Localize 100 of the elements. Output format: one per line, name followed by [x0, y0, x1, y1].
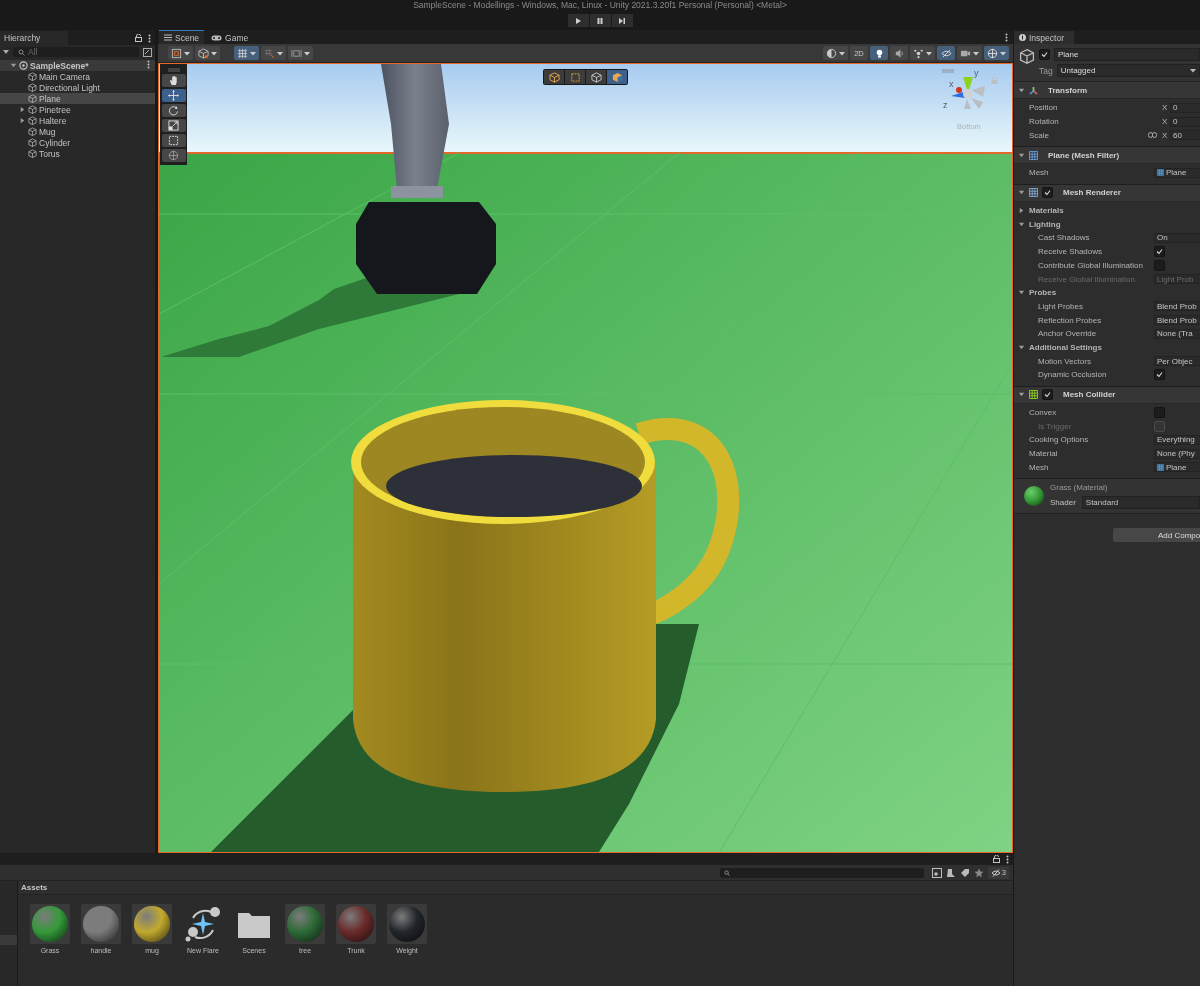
- move-tool-button[interactable]: [161, 89, 186, 102]
- foldout-icon[interactable]: [1018, 220, 1025, 228]
- search-field[interactable]: [719, 867, 924, 878]
- dropdown-field[interactable]: Blend Prob: [1154, 301, 1200, 312]
- hierarchy-item[interactable]: Plane: [0, 93, 155, 104]
- panel-tab[interactable]: Inspector: [1014, 31, 1074, 44]
- cube-icon: [28, 83, 37, 92]
- expand-icon[interactable]: [19, 117, 26, 124]
- material-sphere-icon[interactable]: [389, 906, 425, 942]
- enable-checkbox[interactable]: [1042, 389, 1053, 401]
- panel-tab[interactable]: Hierarchy: [0, 31, 68, 45]
- dropdown-field[interactable]: Everything: [1154, 434, 1200, 445]
- number-field[interactable]: 60: [1170, 130, 1200, 141]
- globe-icon-button[interactable]: [984, 46, 1009, 60]
- hierarchy-item[interactable]: Cylinder: [0, 137, 155, 148]
- dropdown-icon[interactable]: [3, 49, 9, 55]
- breadcrumb[interactable]: Assets: [21, 883, 48, 892]
- enable-checkbox[interactable]: [1042, 187, 1053, 199]
- orientation-gizmo[interactable]: y x z: [943, 68, 995, 120]
- foldout-icon[interactable]: [1018, 289, 1025, 297]
- cube-icon: [28, 149, 37, 158]
- checkbox[interactable]: [1154, 259, 1165, 271]
- scale-tool-button[interactable]: [161, 119, 186, 132]
- foldout-icon[interactable]: [1018, 86, 1025, 94]
- hierarchy-item[interactable]: Torus: [0, 148, 155, 159]
- shader-dropdown[interactable]: Standard: [1081, 496, 1200, 510]
- add-component-button[interactable]: Add Compo: [1113, 528, 1200, 543]
- dropdown-field[interactable]: Per Objec: [1154, 356, 1200, 367]
- hidden-eye-icon-button[interactable]: [937, 46, 955, 60]
- view-mode-button[interactable]: [607, 70, 627, 84]
- sphere-icon-button[interactable]: [823, 46, 848, 60]
- link-icon[interactable]: [1148, 132, 1157, 139]
- filter-icon[interactable]: [945, 867, 956, 878]
- hierarchy-item[interactable]: Directional Light: [0, 82, 155, 93]
- transform-tool-button[interactable]: [161, 149, 186, 162]
- material-sphere-icon[interactable]: [287, 906, 323, 942]
- view-mode-button[interactable]: [544, 70, 564, 84]
- dropdown-field[interactable]: None (Phy: [1154, 448, 1200, 459]
- hierarchy-item[interactable]: Haltere: [0, 115, 155, 126]
- foldout-icon[interactable]: [1018, 207, 1025, 215]
- hierarchy-item[interactable]: Pinetree: [0, 104, 155, 115]
- grid-icon-button[interactable]: [234, 46, 259, 60]
- material-sphere-icon[interactable]: [83, 906, 119, 942]
- dropdown-field[interactable]: Blend Prob: [1154, 315, 1200, 326]
- menu-icon[interactable]: [1005, 33, 1008, 42]
- property-label: Position: [1028, 103, 1059, 113]
- flare-icon[interactable]: [183, 904, 223, 944]
- object-field[interactable]: Plane: [1154, 167, 1200, 178]
- snap-icon-button[interactable]: [261, 46, 286, 60]
- menu-lines-icon: [164, 34, 172, 41]
- material-sphere-icon[interactable]: [32, 906, 68, 942]
- number-field[interactable]: 0: [1170, 116, 1200, 127]
- speaker-icon-button[interactable]: [890, 46, 908, 60]
- drag-handle-icon[interactable]: [942, 69, 954, 73]
- light-bulb-icon-button[interactable]: [870, 46, 888, 60]
- cube-icon-button[interactable]: [195, 46, 220, 60]
- view-mode-button[interactable]: [586, 70, 606, 84]
- dropdown-field[interactable]: On: [1154, 232, 1200, 243]
- label-tag-icon[interactable]: [959, 867, 970, 878]
- foldout-icon[interactable]: [1018, 151, 1025, 159]
- lock-icon[interactable]: [135, 34, 142, 42]
- effects-icon-button[interactable]: [910, 46, 935, 60]
- foldout-icon[interactable]: [1018, 343, 1025, 351]
- filter-icon[interactable]: [143, 47, 152, 57]
- checkbox[interactable]: [1154, 369, 1165, 381]
- lock-icon[interactable]: [993, 855, 1000, 863]
- dropdown-field[interactable]: None (Tra: [1154, 328, 1200, 339]
- name-field[interactable]: Plane: [1054, 48, 1200, 61]
- drag-handle-icon[interactable]: [167, 68, 180, 72]
- cube-icon[interactable]: [1019, 48, 1035, 64]
- view-tab[interactable]: Scene: [159, 30, 205, 44]
- type-filter-icon[interactable]: [931, 867, 942, 878]
- number-field[interactable]: 0: [1170, 102, 1200, 113]
- hierarchy-item[interactable]: Mug: [0, 126, 155, 137]
- active-checkbox[interactable]: [1039, 49, 1050, 60]
- hand-tool-button[interactable]: [161, 74, 186, 87]
- view-mode-button[interactable]: [565, 70, 585, 84]
- play-button[interactable]: [567, 14, 589, 27]
- increment-icon-button[interactable]: [288, 46, 313, 60]
- checkbox[interactable]: [1154, 246, 1165, 258]
- menu-icon[interactable]: [148, 33, 151, 43]
- menu-icon[interactable]: [147, 60, 150, 69]
- foldout-icon[interactable]: [10, 62, 17, 69]
- material-sphere-icon[interactable]: [134, 906, 170, 942]
- rect-tool-button[interactable]: [161, 134, 186, 147]
- pause-button[interactable]: [589, 14, 611, 27]
- draw-mode-icon-button[interactable]: [168, 46, 193, 60]
- tag-dropdown[interactable]: Untagged: [1056, 64, 1200, 77]
- checkbox[interactable]: [1154, 407, 1165, 419]
- foldout-icon[interactable]: [1018, 189, 1025, 197]
- step-button[interactable]: [611, 14, 633, 27]
- camera-icon-button[interactable]: [957, 46, 982, 60]
- expand-icon[interactable]: [19, 106, 26, 113]
- foldout-icon[interactable]: [1018, 391, 1025, 399]
- object-field[interactable]: Plane: [1154, 462, 1200, 473]
- rotate-tool-button[interactable]: [161, 104, 186, 117]
- hierarchy-item[interactable]: Main Camera: [0, 71, 155, 82]
- star-icon[interactable]: [973, 867, 984, 878]
- material-sphere-icon[interactable]: [338, 906, 374, 942]
- menu-icon[interactable]: [1006, 854, 1009, 864]
